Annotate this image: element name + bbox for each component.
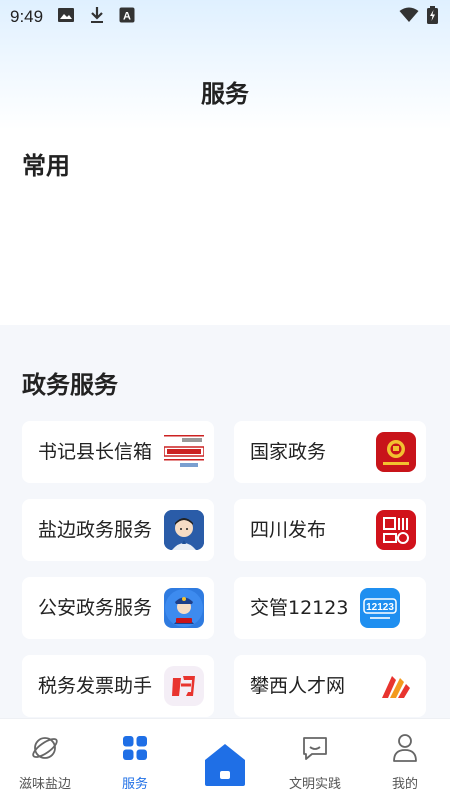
service-card-sichuan[interactable]: 四川发布 bbox=[234, 499, 426, 561]
tab-services[interactable]: 服务 bbox=[90, 733, 180, 792]
service-label: 攀西人才网 bbox=[250, 675, 346, 697]
svg-text:A: A bbox=[123, 10, 131, 22]
chat-icon bbox=[300, 733, 330, 767]
traffic-12123-icon: 12123 bbox=[360, 588, 400, 628]
home-icon bbox=[202, 741, 248, 787]
service-card-police[interactable]: 公安政务服务 bbox=[22, 577, 214, 639]
service-label: 税务发票助手 bbox=[38, 675, 153, 697]
service-label: 盐边政务服务 bbox=[38, 519, 153, 541]
service-card-national-gov[interactable]: 国家政务 bbox=[234, 421, 426, 483]
tab-home[interactable] bbox=[180, 733, 270, 787]
service-label: 国家政务 bbox=[250, 441, 327, 463]
tab-label: 我的 bbox=[391, 777, 418, 792]
service-card-mailbox[interactable]: 书记县长信箱 bbox=[22, 421, 214, 483]
gov-services-section: 政务服务 书记县长信箱 国家政务 盐边政务服务 四川发布 公安政务服务 交管12… bbox=[0, 325, 450, 720]
service-label: 公安政务服务 bbox=[38, 597, 153, 619]
mailbox-icon bbox=[164, 432, 204, 472]
gov-services-grid: 书记县长信箱 国家政务 盐边政务服务 四川发布 公安政务服务 交管12123 1… bbox=[22, 421, 426, 717]
tab-label: 文明实践 bbox=[288, 777, 341, 792]
bottom-tab-bar: 滋味盐边 服务 文明实践 我的 bbox=[0, 718, 450, 800]
font-icon: A bbox=[119, 7, 135, 28]
download-icon bbox=[89, 6, 105, 29]
service-label: 交管12123 bbox=[250, 597, 349, 619]
tax-helper-icon bbox=[164, 666, 204, 706]
planet-icon bbox=[30, 733, 60, 767]
common-section-title: 常用 bbox=[22, 152, 70, 180]
officer-avatar-icon bbox=[164, 510, 204, 550]
wifi-icon bbox=[399, 7, 419, 28]
tab-civilization[interactable]: 文明实践 bbox=[270, 733, 360, 792]
service-card-talent[interactable]: 攀西人才网 bbox=[234, 655, 426, 717]
tab-mine[interactable]: 我的 bbox=[360, 733, 450, 792]
status-time: 9:49 bbox=[10, 7, 44, 26]
talent-network-icon bbox=[376, 666, 416, 706]
service-card-traffic-12123[interactable]: 交管12123 12123 bbox=[234, 577, 426, 639]
service-label: 四川发布 bbox=[250, 519, 327, 541]
gov-section-title: 政务服务 bbox=[22, 371, 118, 399]
page-title: 服务 bbox=[201, 80, 249, 108]
sichuan-publish-icon bbox=[376, 510, 416, 550]
tab-flavor-yanbian[interactable]: 滋味盐边 bbox=[0, 733, 90, 792]
person-icon bbox=[390, 733, 420, 767]
battery-icon bbox=[427, 5, 438, 29]
service-label: 书记县长信箱 bbox=[38, 441, 153, 463]
tab-label: 滋味盐边 bbox=[18, 777, 71, 792]
grid-icon bbox=[120, 733, 150, 767]
tab-label: 服务 bbox=[121, 777, 148, 792]
national-emblem-icon bbox=[376, 432, 416, 472]
service-card-tax[interactable]: 税务发票助手 bbox=[22, 655, 214, 717]
image-icon bbox=[57, 7, 75, 28]
service-card-yanbian[interactable]: 盐边政务服务 bbox=[22, 499, 214, 561]
status-bar: 9:49 A bbox=[0, 0, 450, 34]
svg-text:12123: 12123 bbox=[366, 602, 394, 613]
police-icon bbox=[164, 588, 204, 628]
